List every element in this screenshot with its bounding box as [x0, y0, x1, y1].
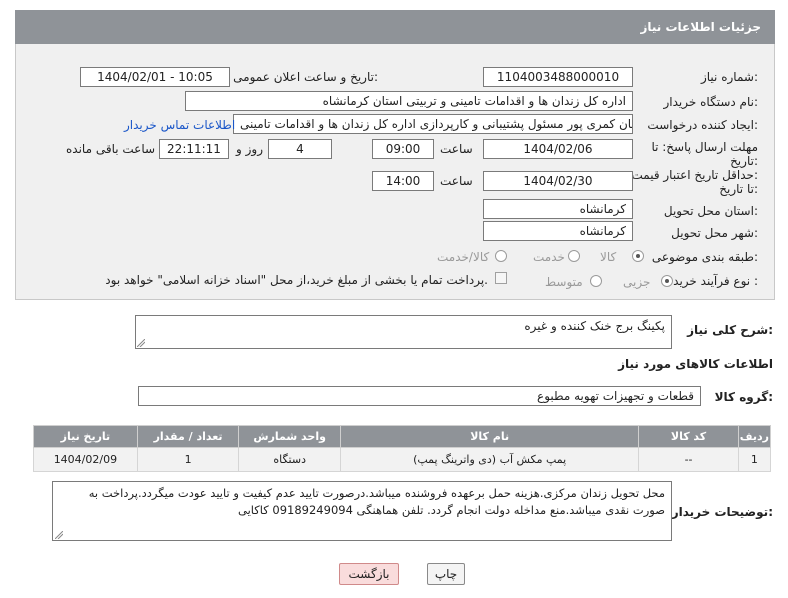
back-button[interactable]: بازگشت	[339, 563, 399, 585]
process-radio-minor[interactable]	[661, 275, 673, 287]
process-option-minor: جزیی	[623, 275, 651, 289]
remaining-label: ساعت باقی مانده	[66, 142, 156, 156]
deadline-label-date: تاریخ:	[730, 154, 758, 168]
category-label: طبقه بندی موضوعی:	[651, 250, 758, 264]
deadline-label: مهلت ارسال پاسخ: تا	[651, 140, 758, 154]
days-label: روز و	[236, 142, 263, 156]
process-label: نوع فرآیند خرید :	[673, 274, 758, 288]
days-field[interactable]: 4	[268, 139, 332, 159]
creator-field[interactable]: پیمان کمری پور مسئول پشتیبانی و کارپرداز…	[233, 114, 633, 134]
goods-section-title: اطلاعات کالاهای مورد نیاز	[618, 357, 773, 371]
col-unit: واحد شمارش	[238, 425, 341, 448]
buyer-contact-link[interactable]: اطلاعات تماس خریدار	[124, 118, 235, 132]
page-title: جزئیات اطلاعات نیاز	[640, 20, 761, 34]
creator-label: ایجاد کننده درخواست:	[647, 118, 758, 132]
process-radio-medium[interactable]	[590, 275, 602, 287]
category-radio-service[interactable]	[568, 250, 580, 262]
announce-label: تاریخ و ساعت اعلان عمومی:	[233, 70, 378, 84]
table-row[interactable]: 1 -- پمپ مکش آب (دی واترینگ پمپ) دستگاه …	[33, 447, 772, 472]
goods-table: ردیف کد کالا نام کالا واحد شمارش تعداد /…	[33, 425, 772, 472]
min-price-label: حداقل تاریخ اعتبار قیمت:	[631, 168, 758, 182]
buyer-notes-label: توضیحات خریدار:	[671, 505, 773, 519]
cell-code: --	[638, 447, 739, 472]
panel-header: جزئیات اطلاعات نیاز	[15, 10, 775, 44]
treasury-payment-checkbox[interactable]	[495, 272, 507, 284]
cell-row: 1	[737, 447, 772, 472]
need-number-label: شماره نیاز:	[700, 70, 758, 84]
deadline-time-label: ساعت	[440, 142, 473, 156]
goods-group-label: گروه کالا:	[714, 390, 773, 404]
province-label: استان محل تحویل:	[663, 204, 758, 218]
resize-handle-icon[interactable]	[55, 531, 63, 539]
col-code: کد کالا	[638, 425, 739, 448]
category-option-service: خدمت	[533, 250, 565, 264]
cell-name: پمپ مکش آب (دی واترینگ پمپ)	[339, 447, 640, 472]
min-price-label-date: تا تاریخ:	[719, 182, 758, 196]
city-field[interactable]: کرمانشاه	[483, 221, 633, 241]
deadline-time-field[interactable]: 09:00	[372, 139, 434, 159]
buyer-field[interactable]: اداره کل زندان ها و اقدامات تامینی و ترب…	[185, 91, 633, 111]
process-option-medium: متوسط	[545, 275, 583, 289]
resize-handle-icon[interactable]	[137, 339, 145, 347]
buyer-notes-text: محل تحویل زندان مرکزی.هزینه حمل برعهده ف…	[88, 486, 665, 517]
price-time-label: ساعت	[440, 174, 473, 188]
need-number-field[interactable]: 1104003488000010	[483, 67, 633, 87]
treasury-payment-note: پرداخت تمام یا بخشی از مبلغ خرید،از محل …	[105, 273, 488, 287]
col-qty: تعداد / مقدار	[136, 425, 240, 448]
buyer-notes-field[interactable]: محل تحویل زندان مرکزی.هزینه حمل برعهده ف…	[52, 481, 672, 541]
print-button[interactable]: چاپ	[427, 563, 465, 585]
cell-date: 1404/02/09	[33, 447, 138, 472]
cell-qty: 1	[136, 447, 240, 472]
col-row: ردیف	[737, 425, 772, 448]
city-label: شهر محل تحویل:	[671, 226, 758, 240]
remaining-time-field[interactable]: 22:11:11	[159, 139, 229, 159]
price-time-field[interactable]: 14:00	[372, 171, 434, 191]
deadline-date-field[interactable]: 1404/02/06	[483, 139, 633, 159]
col-name: نام کالا	[339, 425, 640, 448]
province-field[interactable]: کرمانشاه	[483, 199, 633, 219]
goods-group-field[interactable]: قطعات و تجهیزات تهویه مطبوع	[138, 386, 701, 406]
category-radio-goods-service[interactable]	[495, 250, 507, 262]
category-option-goods-service: کالا/خدمت	[437, 250, 490, 264]
table-header-row: ردیف کد کالا نام کالا واحد شمارش تعداد /…	[33, 425, 772, 448]
description-label: شرح کلی نیاز:	[687, 323, 773, 337]
description-field[interactable]: پکینگ برج خنک کننده و غیره	[135, 315, 672, 349]
announce-field[interactable]: 1404/02/01 - 10:05	[80, 67, 230, 87]
col-date: تاریخ نیاز	[33, 425, 138, 448]
category-option-goods: کالا	[600, 250, 617, 264]
buyer-label: نام دستگاه خریدار:	[663, 95, 759, 109]
description-text: پکینگ برج خنک کننده و غیره	[524, 319, 665, 333]
cell-unit: دستگاه	[238, 447, 341, 472]
price-date-field[interactable]: 1404/02/30	[483, 171, 633, 191]
category-radio-goods[interactable]	[632, 250, 644, 262]
